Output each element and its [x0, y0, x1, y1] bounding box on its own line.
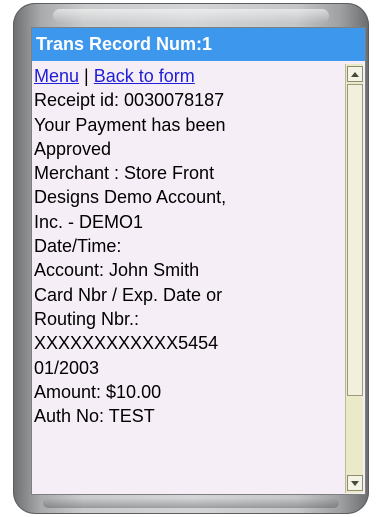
menu-link[interactable]: Menu	[34, 66, 79, 86]
approval-line-1: Your Payment has been	[34, 114, 226, 135]
scrollbar-thumb[interactable]	[347, 84, 363, 396]
record-content: Menu | Back to form Receipt id: 00300781…	[32, 64, 344, 494]
card-label-line-1: Card Nbr / Exp. Date or	[34, 284, 223, 305]
card-label-line-2: Routing Nbr.:	[34, 308, 140, 329]
card-number-line: XXXXXXXXXXXX5454	[34, 333, 219, 354]
device-glint	[53, 9, 329, 23]
card-expiry-line: 01/2003	[34, 357, 100, 378]
scroll-up-button[interactable]	[347, 66, 363, 82]
merchant-line-3: Inc. - DEMO1	[34, 211, 144, 232]
device-bottom-shadow	[43, 498, 339, 508]
merchant-line-2: Designs Demo Account,	[34, 187, 227, 208]
nav-separator: |	[84, 66, 89, 86]
title-bar: Trans Record Num:1	[32, 28, 365, 61]
vertical-scrollbar[interactable]	[345, 64, 363, 493]
back-to-form-link[interactable]: Back to form	[94, 66, 195, 86]
amount-line: Amount: $10.00	[34, 381, 162, 402]
device-screen: Trans Record Num:1 Menu | Back to form R…	[31, 27, 366, 495]
scroll-down-button[interactable]	[347, 475, 363, 491]
arrow-up-icon	[351, 71, 359, 77]
account-line: Account: John Smith	[34, 260, 200, 281]
nav-links: Menu | Back to form	[34, 64, 344, 88]
datetime-line: Date/Time:	[34, 236, 122, 257]
approval-line-2: Approved	[34, 138, 112, 159]
merchant-line-1: Merchant : Store Front	[34, 163, 215, 184]
auth-no-line: Auth No: TEST	[34, 406, 155, 427]
receipt-id-line: Receipt id: 0030078187	[34, 90, 225, 111]
arrow-down-icon	[351, 480, 359, 486]
